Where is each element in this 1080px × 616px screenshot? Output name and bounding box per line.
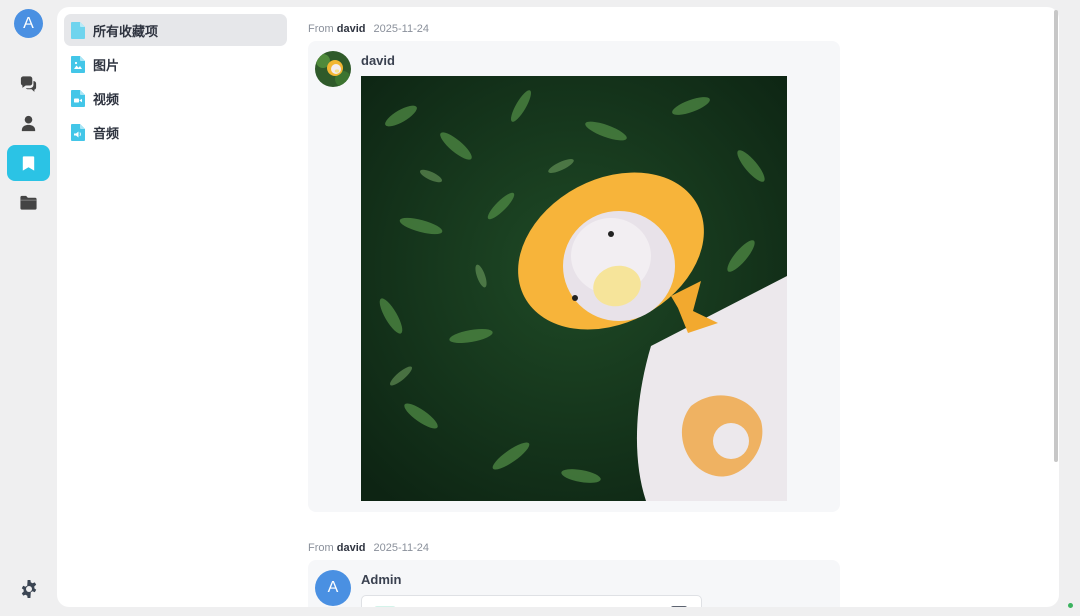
sender-name: Admin: [361, 572, 402, 587]
chat-icon: [20, 75, 37, 92]
sender-avatar: A: [315, 570, 351, 606]
from-user: david: [336, 23, 366, 35]
folder-icon: [20, 195, 37, 210]
from-label: From: [308, 542, 334, 554]
filter-all-favorites[interactable]: 所有收藏项: [64, 14, 287, 46]
sender-avatar: [315, 51, 351, 87]
bookmark-icon: [22, 155, 35, 171]
from-label: From: [308, 23, 334, 35]
favorite-card[interactable]: A Admin: [308, 560, 840, 607]
filter-videos[interactable]: 视频: [64, 82, 287, 114]
app-rail: A: [0, 0, 57, 616]
favorite-date: 2025-11-24: [373, 542, 429, 554]
more-icon[interactable]: [671, 606, 687, 607]
favorite-image[interactable]: [361, 76, 787, 501]
from-user: david: [336, 542, 366, 554]
sender-name: david: [361, 53, 395, 68]
favorites-nav-button[interactable]: [7, 145, 50, 181]
contacts-icon: [21, 115, 36, 131]
favorite-attachment[interactable]: [361, 595, 702, 607]
favorite-source-line: From david 2025-11-24: [308, 23, 429, 35]
filter-label: 音频: [93, 125, 120, 141]
filter-audio[interactable]: 音频: [64, 116, 287, 148]
filter-label: 所有收藏项: [93, 23, 159, 39]
image-file-icon: [71, 55, 85, 73]
main-panel: 所有收藏项 图片 视频 音频 From david 2025-11-24 dav…: [57, 7, 1059, 607]
video-file-icon: [71, 89, 85, 107]
favorite-source-line: From david 2025-11-24: [308, 542, 429, 554]
filter-label: 图片: [93, 57, 120, 73]
attachment-icon: [374, 606, 396, 607]
file-icon: [71, 21, 85, 39]
files-nav-button[interactable]: [7, 184, 50, 220]
chat-nav-button[interactable]: [7, 66, 50, 102]
favorite-date: 2025-11-24: [373, 23, 429, 35]
filter-label: 视频: [93, 91, 120, 107]
audio-file-icon: [71, 123, 85, 141]
status-dot: [1068, 603, 1073, 608]
contacts-nav-button[interactable]: [7, 105, 50, 141]
favorite-card[interactable]: david: [308, 41, 840, 512]
scrollbar-thumb[interactable]: [1054, 10, 1058, 462]
gear-icon[interactable]: [19, 579, 39, 599]
favorites-filter-list: 所有收藏项 图片 视频 音频: [64, 14, 287, 150]
user-avatar[interactable]: A: [14, 9, 43, 38]
filter-images[interactable]: 图片: [64, 48, 287, 80]
